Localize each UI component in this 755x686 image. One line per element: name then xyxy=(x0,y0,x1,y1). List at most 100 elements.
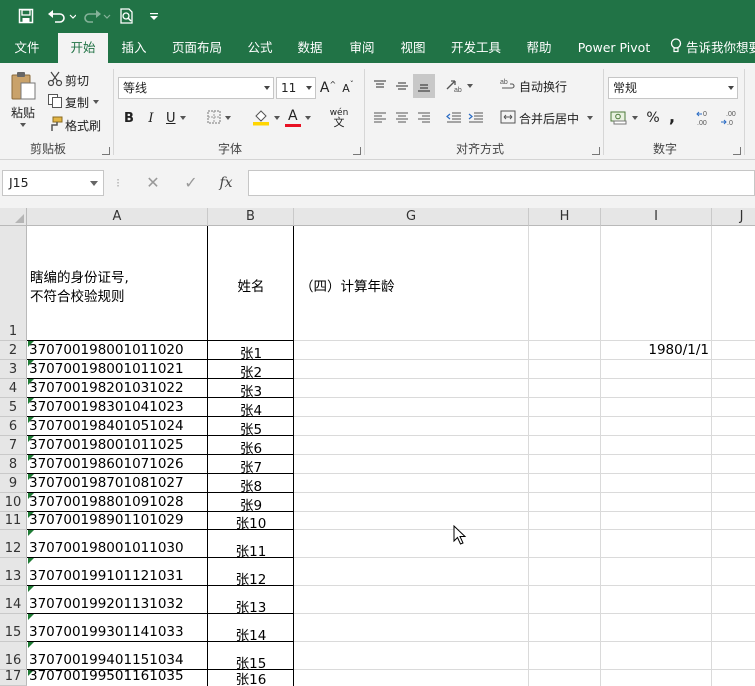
align-center-button[interactable] xyxy=(392,108,412,128)
fill-color-button[interactable] xyxy=(252,108,280,128)
decrease-indent-button[interactable] xyxy=(444,108,464,128)
merge-center-button[interactable]: 合并后居中 xyxy=(500,108,594,128)
column-header-j[interactable]: J xyxy=(712,208,755,226)
id-cell[interactable]: 370700198001011020 xyxy=(29,342,184,358)
align-right-button[interactable] xyxy=(414,108,434,128)
formula-input[interactable] xyxy=(248,170,755,196)
cancel-icon[interactable]: ✕ xyxy=(142,170,164,196)
bold-button[interactable]: B xyxy=(120,108,138,128)
alignment-launcher-icon[interactable] xyxy=(592,147,600,155)
name-cell[interactable]: 张4 xyxy=(208,399,294,419)
top-align-button[interactable] xyxy=(370,75,390,97)
percent-style-button[interactable]: % xyxy=(644,108,662,128)
row-header-8[interactable]: 8 xyxy=(0,455,27,474)
italic-button[interactable]: I xyxy=(142,108,160,128)
id-cell[interactable]: 370700199501161035 xyxy=(29,668,184,684)
cell-a1-line1[interactable]: 瞎编的身份证号, xyxy=(30,266,129,286)
name-cell[interactable]: 张5 xyxy=(208,418,294,438)
id-cell[interactable]: 370700198301041023 xyxy=(29,399,184,415)
cut-button[interactable]: 剪切 xyxy=(47,70,89,90)
row-header-14[interactable]: 14 xyxy=(0,586,27,614)
column-header-i[interactable]: I xyxy=(601,208,712,226)
select-all-button[interactable] xyxy=(0,208,27,226)
format-painter-button[interactable]: 格式刷 xyxy=(47,115,101,135)
column-header-a[interactable]: A xyxy=(27,208,208,226)
borders-button[interactable] xyxy=(207,108,231,128)
name-cell[interactable]: 张12 xyxy=(208,568,294,588)
name-cell[interactable]: 张2 xyxy=(208,361,294,381)
name-cell[interactable]: 张14 xyxy=(208,624,294,644)
increase-decimal-button[interactable]: 0.00 xyxy=(696,108,716,128)
tab-home[interactable]: 开始 xyxy=(58,33,108,63)
column-header-g[interactable]: G xyxy=(294,208,529,226)
row-header-9[interactable]: 9 xyxy=(0,474,27,493)
id-cell[interactable]: 370700198001011030 xyxy=(29,540,184,556)
cell-a1-line2[interactable]: 不符合校验规则 xyxy=(30,285,125,305)
row-header-17[interactable]: 17 xyxy=(0,669,27,686)
name-cell[interactable]: 张7 xyxy=(208,456,294,476)
name-cell[interactable]: 张8 xyxy=(208,475,294,495)
row-header-10[interactable]: 10 xyxy=(0,493,27,512)
id-cell[interactable]: 370700199201131032 xyxy=(29,596,184,612)
tab-review[interactable]: 审阅 xyxy=(340,33,384,63)
number-format-select[interactable]: 常规 xyxy=(608,77,738,99)
tab-power-pivot[interactable]: Power Pivot xyxy=(570,33,658,63)
print-preview-icon[interactable] xyxy=(116,5,138,27)
row-header-12[interactable]: 12 xyxy=(0,530,27,558)
cell-b1[interactable]: 姓名 xyxy=(208,275,294,295)
row-header-4[interactable]: 4 xyxy=(0,379,27,398)
insert-function-button[interactable]: fx xyxy=(214,170,238,196)
increase-font-size-button[interactable]: A ^ xyxy=(320,78,336,98)
name-cell[interactable]: 张13 xyxy=(208,596,294,616)
font-color-button[interactable]: A xyxy=(285,108,311,128)
id-cell[interactable]: 370700198001011025 xyxy=(29,437,184,453)
increase-indent-button[interactable] xyxy=(466,108,486,128)
name-cell[interactable]: 张9 xyxy=(208,494,294,514)
tab-page-layout[interactable]: 页面布局 xyxy=(164,33,230,63)
id-cell[interactable]: 370700199101121031 xyxy=(29,568,184,584)
cell-i2[interactable]: 1980/1/1 xyxy=(601,342,709,358)
clipboard-launcher-icon[interactable] xyxy=(102,147,110,155)
customize-qat-icon[interactable] xyxy=(146,5,162,27)
id-cell[interactable]: 370700198001011021 xyxy=(29,361,184,377)
row-header-16[interactable]: 16 xyxy=(0,642,27,670)
row-header-2[interactable]: 2 xyxy=(0,341,27,360)
undo-icon[interactable] xyxy=(44,5,78,27)
worksheet-grid[interactable]: A B G H I J 1 2 3 4 5 6 7 8 9 10 11 12 13 14 15 16 17 瞎编的… xyxy=(0,208,755,686)
enter-icon[interactable]: ✓ xyxy=(180,170,202,196)
middle-align-button[interactable] xyxy=(392,75,412,97)
row-header-5[interactable]: 5 xyxy=(0,398,27,417)
id-cell[interactable]: 370700198701081027 xyxy=(29,475,184,491)
tab-insert[interactable]: 插入 xyxy=(113,33,155,63)
paste-button[interactable]: 粘贴 xyxy=(6,69,40,129)
orientation-button[interactable]: ab xyxy=(445,76,473,96)
font-name-select[interactable]: 等线 xyxy=(118,77,274,99)
copy-button[interactable]: 复制 xyxy=(47,92,100,112)
formula-bar-grip-icon[interactable]: ⁝ xyxy=(114,170,122,196)
name-cell[interactable]: 张16 xyxy=(208,668,294,686)
row-header-15[interactable]: 15 xyxy=(0,614,27,642)
bottom-align-button[interactable] xyxy=(413,74,435,98)
row-header-6[interactable]: 6 xyxy=(0,417,27,436)
column-header-b[interactable]: B xyxy=(208,208,294,226)
align-left-button[interactable] xyxy=(370,108,390,128)
row-header-7[interactable]: 7 xyxy=(0,436,27,455)
tab-view[interactable]: 视图 xyxy=(391,33,435,63)
tab-help[interactable]: 帮助 xyxy=(518,33,560,63)
column-header-h[interactable]: H xyxy=(529,208,601,226)
name-cell[interactable]: 张3 xyxy=(208,380,294,400)
tell-me-search[interactable]: 告诉我你想要 xyxy=(670,33,755,63)
save-icon[interactable] xyxy=(14,5,38,27)
id-cell[interactable]: 370700198601071026 xyxy=(29,456,184,472)
decrease-font-size-button[interactable]: Aˇ xyxy=(340,78,356,98)
name-cell[interactable]: 张1 xyxy=(208,342,294,362)
name-cell[interactable]: 张10 xyxy=(208,512,294,532)
font-size-select[interactable]: 11 xyxy=(276,77,316,99)
id-cell[interactable]: 370700199301141033 xyxy=(29,624,184,640)
phonetic-guide-button[interactable]: wén 文 xyxy=(328,106,350,130)
cell-g1[interactable]: （四）计算年龄 xyxy=(300,275,395,295)
tab-file[interactable]: 文件 xyxy=(4,33,50,63)
tab-data[interactable]: 数据 xyxy=(288,33,332,63)
row-header-11[interactable]: 11 xyxy=(0,512,27,530)
accounting-format-button[interactable] xyxy=(610,108,638,128)
